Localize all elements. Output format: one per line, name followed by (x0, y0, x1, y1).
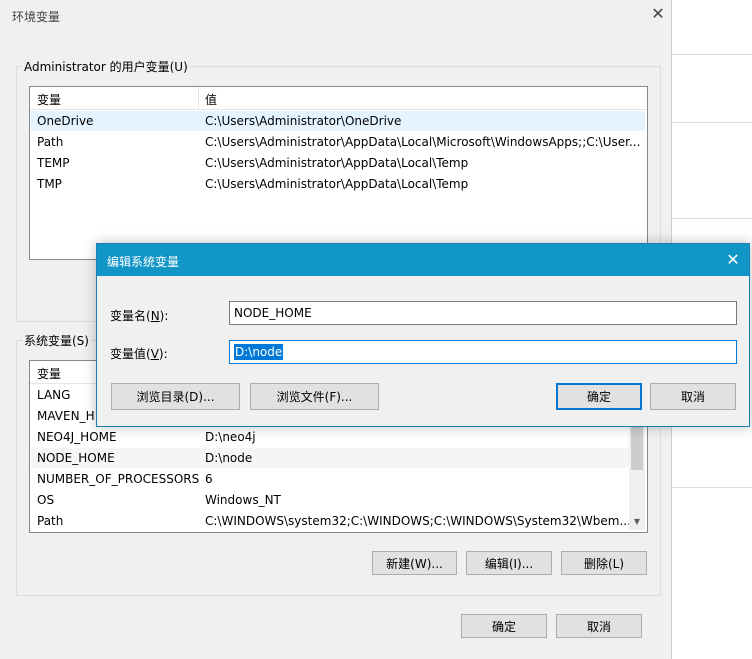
access-key: V (150, 347, 159, 361)
variable-value: C:\Users\Administrator\AppData\Local\Tem… (205, 156, 469, 170)
selected-text: D:\node (234, 344, 284, 360)
background-divider (672, 218, 752, 219)
variable-value: 6 (205, 472, 213, 486)
table-row[interactable]: NEO4J_HOME D:\neo4j (31, 427, 629, 447)
table-row[interactable]: NODE_HOME D:\node (31, 448, 629, 468)
variable-value: C:\Users\Administrator\OneDrive (205, 114, 402, 128)
variable-name: TEMP (37, 156, 70, 170)
dialog-titlebar[interactable]: 编辑系统变量 ✕ (97, 244, 749, 276)
variable-name: OS (37, 493, 55, 507)
variable-value: D:\node (205, 451, 253, 465)
dialog-title: 编辑系统变量 (107, 255, 180, 269)
variable-name: Path (37, 135, 64, 149)
label-text: ): (159, 309, 169, 323)
variable-value-label: 变量值(V): (110, 345, 168, 362)
system-variables-title: 系统变量(S) (22, 332, 91, 349)
background-divider (672, 54, 752, 55)
variable-value: C:\Users\Administrator\AppData\Local\Tem… (205, 177, 469, 191)
edit-variable-button[interactable]: 编辑(I)... (466, 551, 552, 575)
variable-name: TMP (37, 177, 62, 191)
label-text: ): (158, 347, 168, 361)
variable-value: D:\neo4j (205, 430, 256, 444)
variable-name: Path (37, 514, 64, 528)
variable-value: Windows_NT (205, 493, 281, 507)
cancel-button[interactable]: 取消 (650, 383, 736, 410)
variable-name-field[interactable]: NODE_HOME (229, 301, 737, 325)
table-row[interactable]: OneDrive C:\Users\Administrator\OneDrive (31, 111, 645, 131)
user-variables-title: Administrator 的用户变量(U) (22, 58, 190, 75)
browse-directory-button[interactable]: 浏览目录(D)... (111, 383, 240, 410)
table-row[interactable]: NUMBER_OF_PROCESSORS 6 (31, 469, 629, 489)
table-row[interactable]: Path C:\WINDOWS\system32;C:\WINDOWS;C:\W… (31, 511, 631, 531)
ok-button[interactable]: 确定 (556, 383, 642, 410)
list-header: 变量 值 (30, 87, 647, 110)
table-row[interactable]: OS Windows_NT (31, 490, 629, 510)
background-divider (672, 122, 752, 123)
edit-system-variable-dialog: 编辑系统变量 ✕ 变量名(N): NODE_HOME 变量值(V): D:\no… (96, 243, 750, 427)
cancel-button[interactable]: 取消 (556, 614, 642, 638)
scrollbar-thumb[interactable] (631, 426, 643, 470)
column-divider[interactable] (198, 87, 199, 109)
table-row[interactable]: TMP C:\Users\Administrator\AppData\Local… (31, 174, 645, 194)
variable-name: LANG (37, 388, 71, 402)
access-key: N (150, 309, 160, 323)
variable-name: MAVEN_H (37, 409, 95, 423)
variable-value: C:\Users\Administrator\AppData\Local\Mic… (205, 135, 641, 149)
column-header-variable[interactable]: 变量 (37, 365, 61, 382)
column-header-value[interactable]: 值 (205, 91, 217, 108)
table-row[interactable]: Path C:\Users\Administrator\AppData\Loca… (31, 132, 645, 152)
variable-name: NODE_HOME (37, 451, 115, 465)
variable-name: NUMBER_OF_PROCESSORS (37, 472, 200, 486)
variable-value-field[interactable]: D:\node (229, 340, 737, 364)
column-header-variable[interactable]: 变量 (37, 91, 61, 108)
scroll-down-icon[interactable]: ▼ (629, 514, 645, 530)
delete-variable-button[interactable]: 删除(L) (561, 551, 647, 575)
label-text: 变量值( (110, 347, 151, 361)
variable-name: NEO4J_HOME (37, 430, 117, 444)
close-icon[interactable]: ✕ (648, 4, 668, 24)
variable-value: C:\WINDOWS\system32;C:\WINDOWS;C:\WINDOW… (205, 514, 631, 528)
dialog-title: 环境变量 (12, 10, 61, 24)
new-variable-button[interactable]: 新建(W)... (372, 551, 457, 575)
variable-name-label: 变量名(N): (110, 307, 168, 324)
ok-button[interactable]: 确定 (461, 614, 547, 638)
browse-file-button[interactable]: 浏览文件(F)... (250, 383, 379, 410)
variable-name: OneDrive (37, 114, 94, 128)
table-row[interactable]: TEMP C:\Users\Administrator\AppData\Loca… (31, 153, 645, 173)
background-divider (672, 487, 752, 488)
label-text: 变量名( (110, 309, 151, 323)
close-icon[interactable]: ✕ (723, 250, 743, 270)
user-variables-list[interactable]: 变量 值 OneDrive C:\Users\Administrator\One… (29, 86, 648, 260)
